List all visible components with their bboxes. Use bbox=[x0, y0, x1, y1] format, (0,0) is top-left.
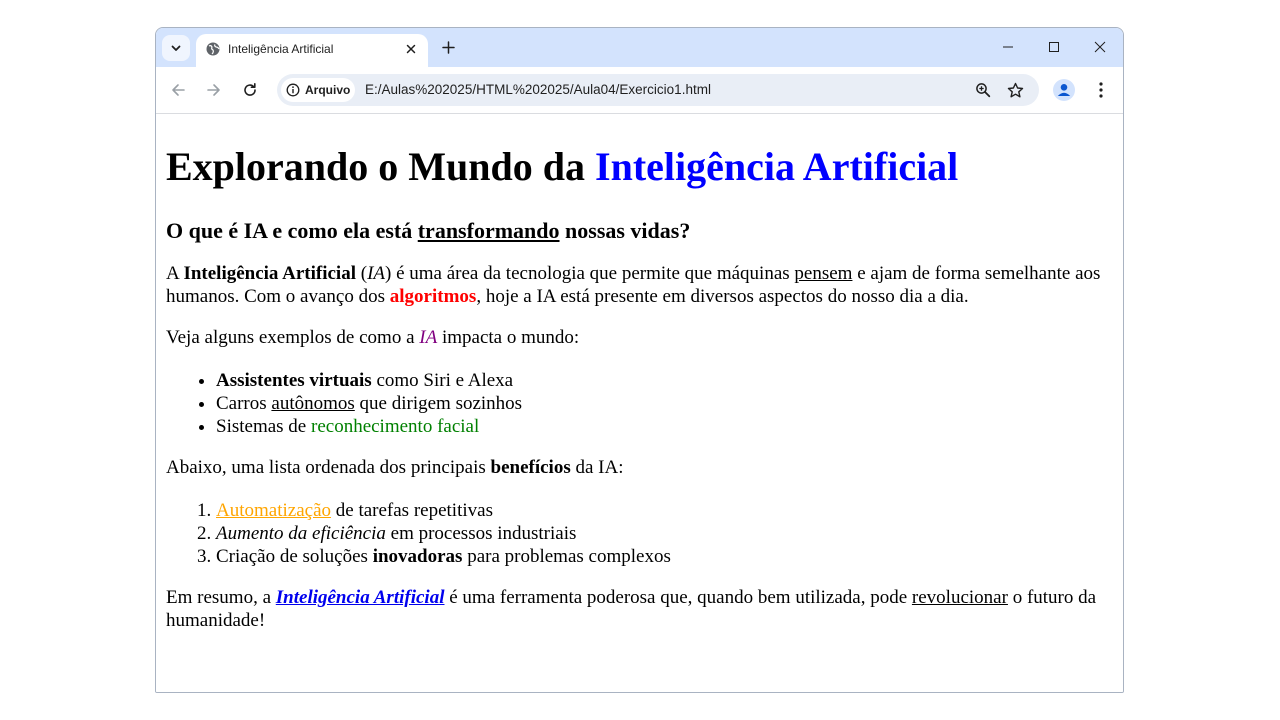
back-button[interactable] bbox=[167, 79, 189, 101]
p1-text: , hoje a IA está presente em diversos as… bbox=[476, 286, 969, 307]
p1-text: ( bbox=[356, 263, 368, 284]
new-tab-button[interactable] bbox=[439, 38, 457, 56]
site-info-chip[interactable]: Arquivo bbox=[281, 78, 355, 102]
tab-title: Inteligência Artificial bbox=[228, 42, 334, 56]
p1-text: ) é uma área da tecnologia que permite q… bbox=[385, 263, 795, 284]
plus-icon bbox=[441, 40, 455, 54]
list-item-green: reconhecimento facial bbox=[311, 416, 480, 437]
p4-text: é uma ferramenta poderosa que, quando be… bbox=[444, 587, 912, 608]
examples-paragraph: Veja alguns exemplos de como a IA impact… bbox=[166, 326, 1113, 349]
p1-text: A bbox=[166, 263, 184, 284]
address-bar[interactable]: Arquivo E:/Aulas%202025/HTML%202025/Aula… bbox=[277, 74, 1039, 106]
list-item: Sistemas de reconhecimento facial bbox=[216, 415, 1113, 438]
browser-window: Inteligência Artificial Arquivo E:/Aulas… bbox=[155, 27, 1124, 693]
p1-bold: Inteligência Artificial bbox=[183, 263, 356, 284]
url-text[interactable]: E:/Aulas%202025/HTML%202025/Aula04/Exerc… bbox=[365, 82, 711, 97]
subtitle-underlined: transformando bbox=[417, 218, 560, 243]
minimize-icon bbox=[1003, 46, 1013, 48]
p3-text: Abaixo, uma lista ordenada dos principai… bbox=[166, 457, 491, 478]
star-icon bbox=[1007, 82, 1023, 97]
minimize-button[interactable] bbox=[998, 37, 1018, 57]
security-chip-label: Arquivo bbox=[305, 83, 351, 97]
p4-text: Em resumo, a bbox=[166, 587, 276, 608]
ai-link[interactable]: Inteligência Artificial bbox=[276, 587, 445, 608]
tab-close-button[interactable] bbox=[404, 42, 418, 56]
p3-text: da IA: bbox=[570, 457, 624, 478]
maximize-icon bbox=[1049, 42, 1059, 52]
list-item-text: Criação de soluções bbox=[216, 546, 373, 567]
browser-menu-button[interactable] bbox=[1090, 79, 1112, 101]
list-item: Carros autônomos que dirigem sozinhos bbox=[216, 392, 1113, 415]
close-window-button[interactable] bbox=[1090, 37, 1110, 57]
list-item-orange: Automatização bbox=[216, 500, 332, 521]
arrow-left-icon bbox=[172, 84, 185, 96]
kebab-menu-icon bbox=[1099, 82, 1103, 98]
list-item-text: para problemas complexos bbox=[462, 546, 671, 567]
list-item-text: como Siri e Alexa bbox=[371, 370, 514, 391]
browser-toolbar: Arquivo E:/Aulas%202025/HTML%202025/Aula… bbox=[156, 67, 1123, 114]
active-tab[interactable]: Inteligência Artificial bbox=[196, 34, 428, 67]
ordered-list-item: Automatização de tarefas repetitivas bbox=[216, 499, 1113, 522]
examples-list: Assistentes virtuais como Siri e Alexa C… bbox=[166, 369, 1113, 438]
p2-text: Veja alguns exemplos de como a bbox=[166, 327, 420, 348]
p2-text: impacta o mundo: bbox=[437, 327, 580, 348]
title-text: Explorando o Mundo da bbox=[166, 144, 596, 189]
arrow-right-icon bbox=[207, 84, 220, 96]
reload-icon bbox=[244, 83, 256, 96]
page-title: Explorando o Mundo da Inteligência Artif… bbox=[166, 144, 1113, 190]
zoom-button[interactable] bbox=[974, 81, 992, 99]
p1-underlined: pensem bbox=[794, 263, 853, 284]
profile-button[interactable] bbox=[1053, 79, 1075, 101]
list-item-text: de tarefas repetitivas bbox=[331, 500, 493, 521]
ordered-list-item: Criação de soluções inovadoras para prob… bbox=[216, 545, 1113, 568]
close-icon bbox=[1094, 41, 1106, 53]
intro-paragraph: A Inteligência Artificial (IA) é uma áre… bbox=[166, 262, 1113, 308]
person-icon bbox=[1057, 84, 1071, 96]
globe-icon bbox=[206, 42, 220, 56]
title-highlight: Inteligência Artificial bbox=[595, 144, 959, 189]
p2-purple-italic: IA bbox=[419, 327, 438, 348]
close-icon bbox=[406, 44, 416, 54]
list-item-bold: Assistentes virtuais bbox=[216, 370, 372, 391]
conclusion-paragraph: Em resumo, a Inteligência Artificial é u… bbox=[166, 586, 1113, 632]
subtitle-text: O que é IA e como ela está bbox=[166, 218, 418, 243]
list-item-italic: Aumento da eficiência bbox=[216, 523, 386, 544]
benefits-list: Automatização de tarefas repetitivas Aum… bbox=[166, 499, 1113, 568]
info-icon bbox=[286, 83, 300, 97]
page-content: Explorando o Mundo da Inteligência Artif… bbox=[156, 114, 1123, 692]
list-item-text: Sistemas de bbox=[216, 416, 311, 437]
ordered-list-item: Aumento da eficiência em processos indus… bbox=[216, 522, 1113, 545]
reload-button[interactable] bbox=[239, 79, 261, 101]
list-item-text: Carros bbox=[216, 393, 272, 414]
maximize-button[interactable] bbox=[1044, 37, 1064, 57]
forward-button[interactable] bbox=[203, 79, 225, 101]
subtitle-text-end: nossas vidas? bbox=[559, 218, 691, 243]
bookmark-button[interactable] bbox=[1006, 81, 1024, 99]
page-subtitle: O que é IA e como ela está transformando… bbox=[166, 218, 1113, 244]
list-item-text: que dirigem sozinhos bbox=[354, 393, 523, 414]
p1-italic: IA bbox=[367, 263, 386, 284]
tab-search-button[interactable] bbox=[162, 35, 190, 61]
tab-strip: Inteligência Artificial bbox=[156, 28, 1123, 67]
p4-underlined: revolucionar bbox=[911, 587, 1008, 608]
list-item: Assistentes virtuais como Siri e Alexa bbox=[216, 369, 1113, 392]
list-item-underlined: autônomos bbox=[271, 393, 355, 414]
benefits-paragraph: Abaixo, uma lista ordenada dos principai… bbox=[166, 456, 1113, 479]
list-item-text: em processos industriais bbox=[385, 523, 577, 544]
chevron-down-icon bbox=[171, 45, 181, 51]
zoom-icon bbox=[976, 83, 991, 98]
p1-red-bold: algoritmos bbox=[389, 286, 477, 307]
p3-bold: benefícios bbox=[490, 457, 571, 478]
list-item-bold: inovadoras bbox=[372, 546, 463, 567]
